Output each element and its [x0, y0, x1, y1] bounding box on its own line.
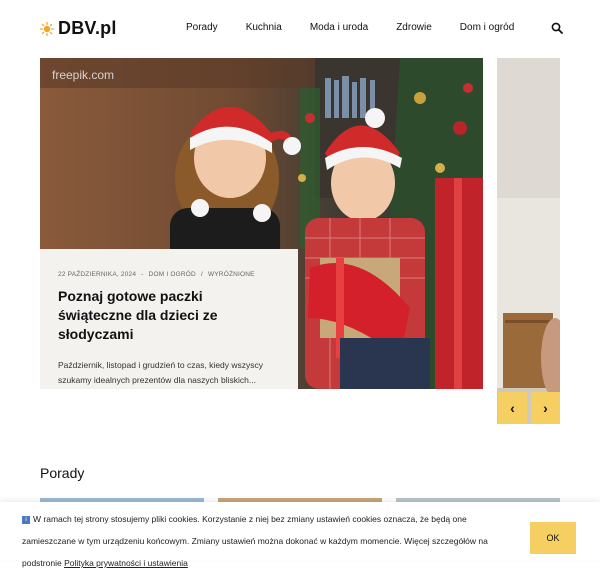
site-name: DBV.pl	[58, 18, 117, 38]
sun-icon	[40, 21, 54, 36]
cookie-banner: iW ramach tej strony stosujemy pliki coo…	[0, 502, 600, 568]
cookie-message: iW ramach tej strony stosujemy pliki coo…	[22, 508, 522, 574]
chevron-right-icon: ›	[543, 400, 548, 416]
post-category[interactable]: DOM I OGRÓD	[149, 271, 196, 278]
watermark: freepik.com	[52, 68, 115, 82]
nav-item-zdrowie[interactable]: Zdrowie	[396, 22, 432, 33]
site-header: DBV.pl Porady Kuchnia Moda i uroda Zdrow…	[0, 0, 600, 58]
chevron-left-icon: ‹	[510, 400, 515, 416]
featured-slide[interactable]: freepik.com 22 PAŹDZIERNIKA, 2024 - DOM …	[40, 58, 483, 389]
nav-item-moda-i-uroda[interactable]: Moda i uroda	[310, 22, 368, 33]
post-tag[interactable]: WYRÓŻNIONE	[208, 271, 255, 278]
post-excerpt: Październik, listopad i grudzień to czas…	[58, 360, 264, 385]
site-logo[interactable]: DBV.pl	[40, 18, 117, 39]
next-slide-photo	[497, 58, 560, 424]
post-meta: 22 PAŹDZIERNIKA, 2024 - DOM I OGRÓD / WY…	[58, 271, 280, 278]
slider-prev-button[interactable]: ‹	[498, 392, 527, 424]
next-slide-preview[interactable]	[497, 58, 560, 424]
post-title[interactable]: Poznaj gotowe paczki świąteczne dla dzie…	[58, 287, 280, 344]
info-icon: i	[22, 516, 30, 524]
cookie-ok-button[interactable]: OK	[530, 522, 576, 554]
main-nav: Porady Kuchnia Moda i uroda Zdrowie Dom …	[186, 22, 542, 33]
meta-separator: -	[141, 271, 144, 278]
nav-item-porady[interactable]: Porady	[186, 22, 218, 33]
meta-separator: /	[200, 271, 203, 278]
section-title: Porady	[40, 465, 85, 481]
nav-item-dom-i-ogrod[interactable]: Dom i ogród	[460, 22, 514, 33]
search-icon[interactable]	[551, 22, 563, 34]
post-date: 22 PAŹDZIERNIKA, 2024	[58, 271, 137, 278]
slide-card: 22 PAŹDZIERNIKA, 2024 - DOM I OGRÓD / WY…	[40, 249, 298, 389]
nav-item-kuchnia[interactable]: Kuchnia	[246, 22, 282, 33]
slider-next-button[interactable]: ›	[531, 392, 560, 424]
